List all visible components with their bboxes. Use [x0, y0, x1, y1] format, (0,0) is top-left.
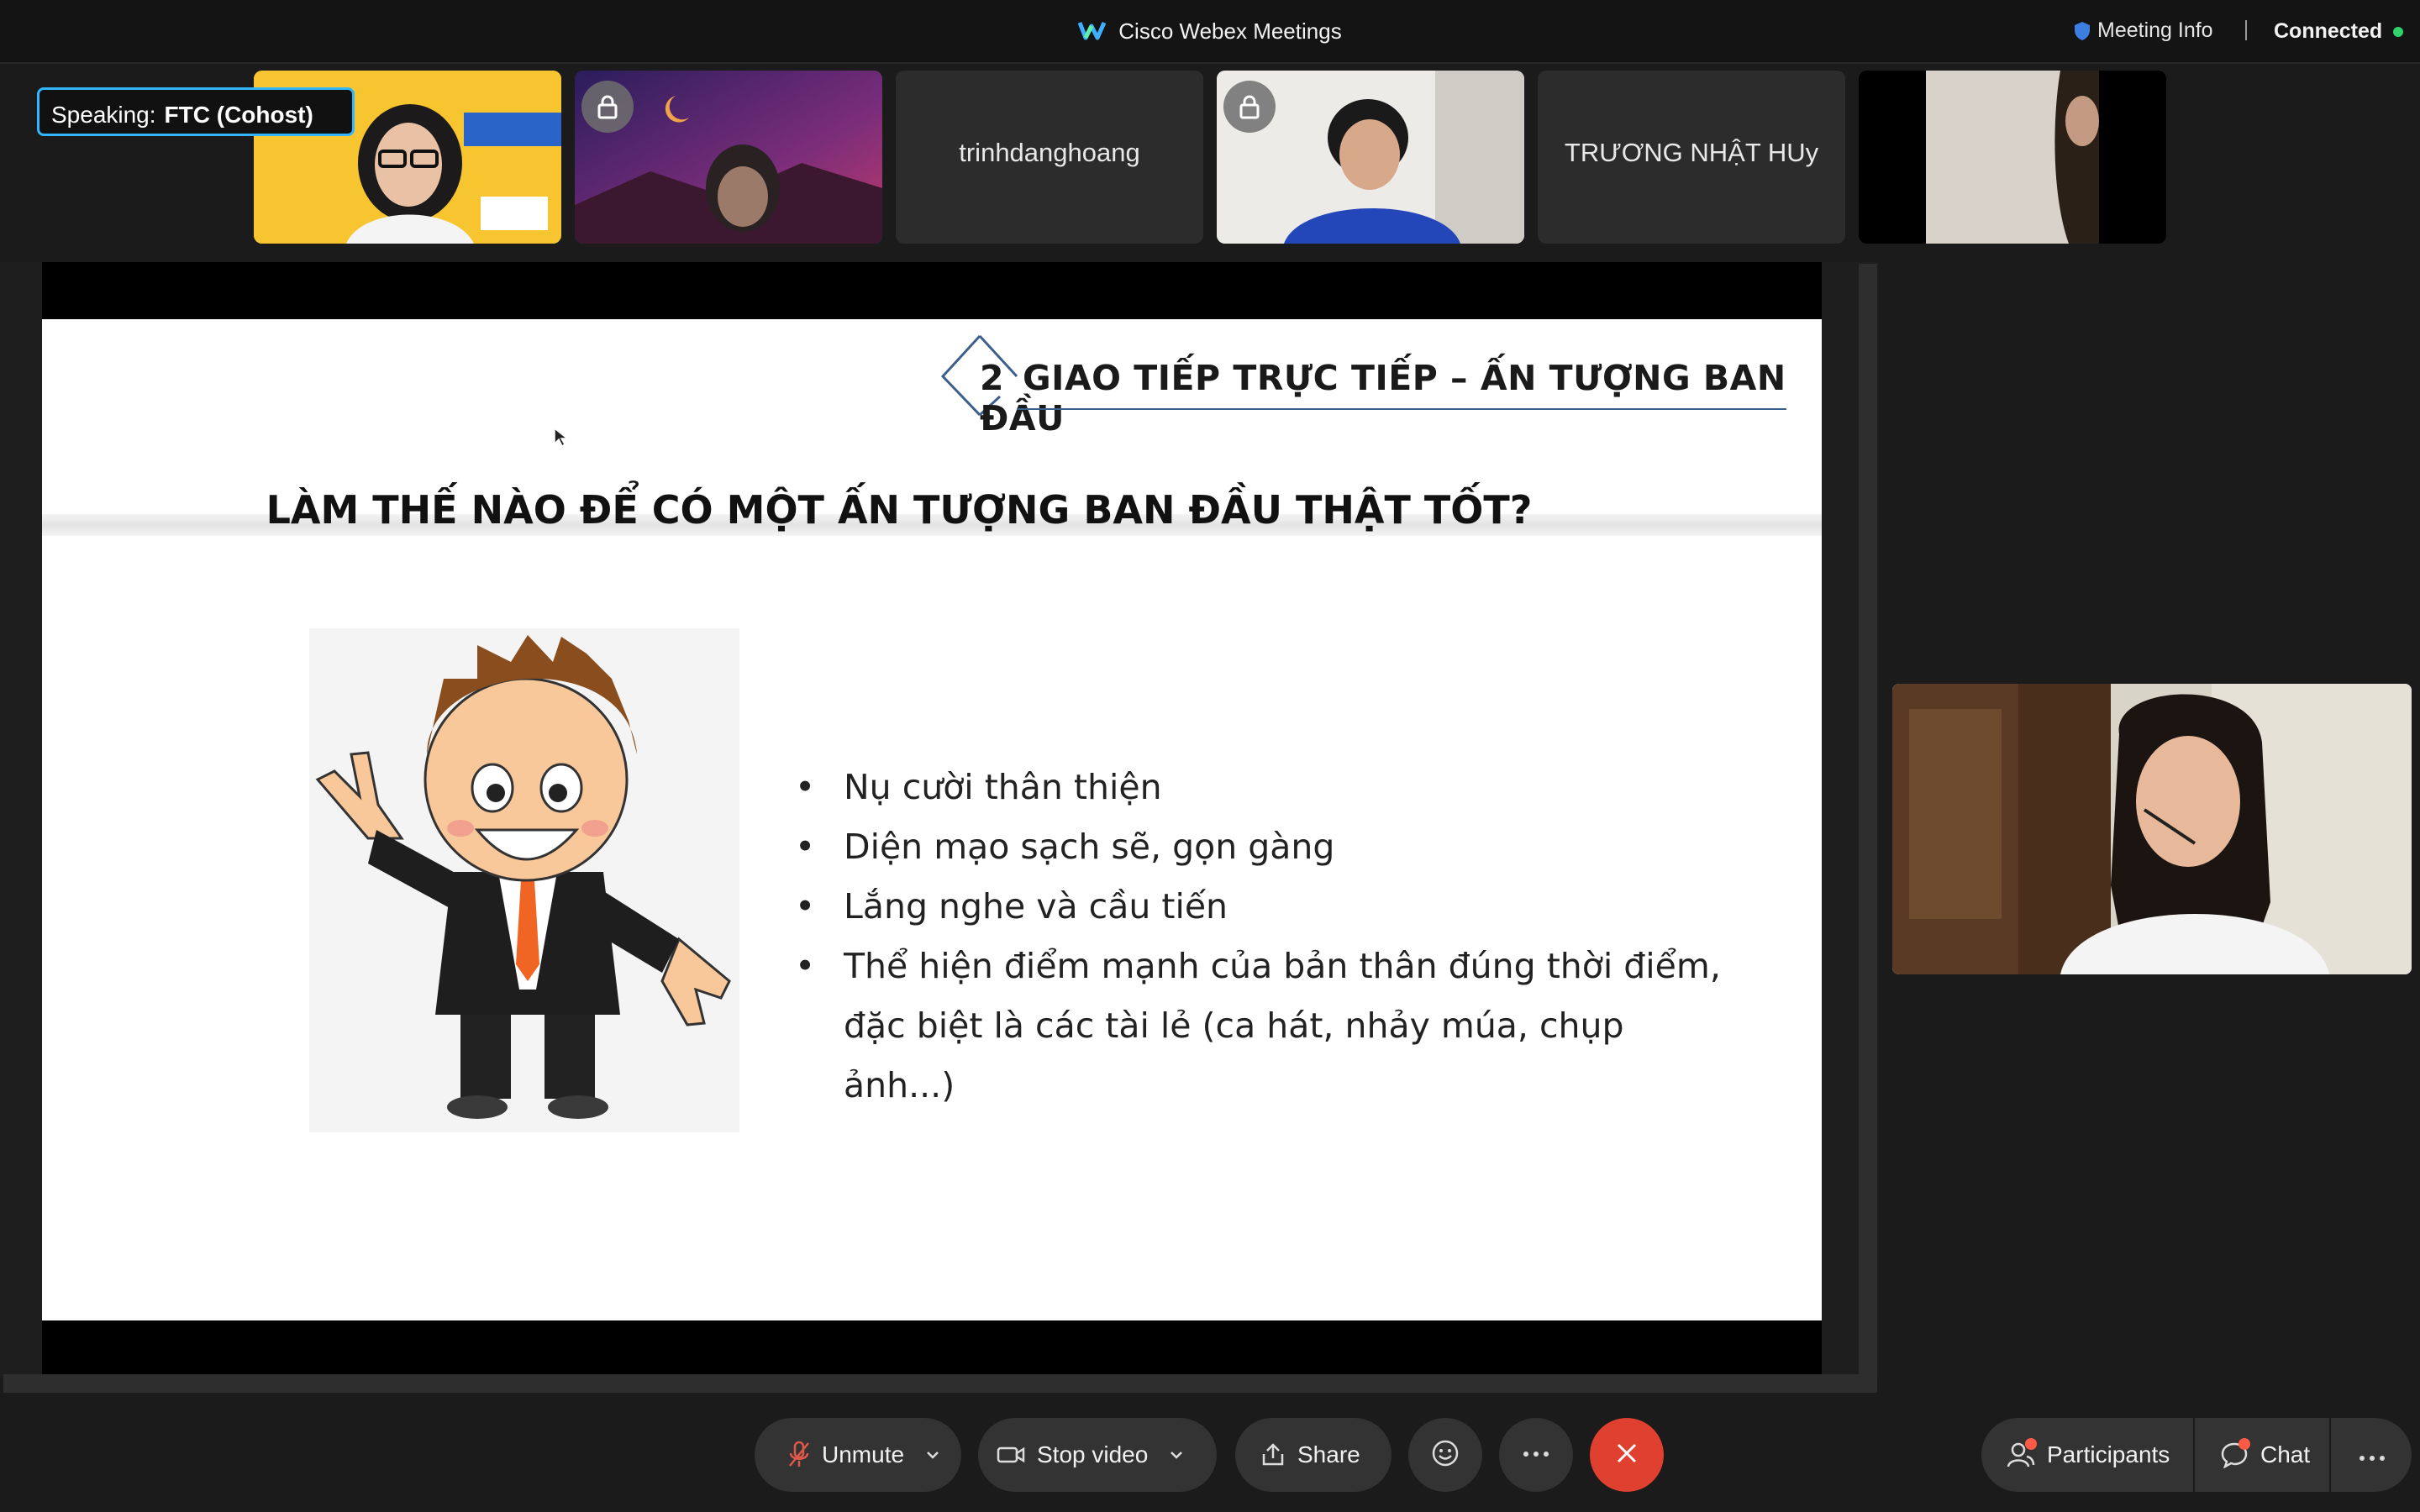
reactions-button[interactable]: [1408, 1418, 1482, 1492]
more-dots-icon: [1521, 1447, 1551, 1462]
active-speaker-feed: [1892, 684, 2412, 974]
app-title-text: Cisco Webex Meetings: [1118, 18, 1342, 44]
title-separator: [2245, 20, 2247, 40]
chevron-down-icon[interactable]: [926, 1451, 939, 1459]
unmute-button[interactable]: Unmute: [755, 1418, 961, 1492]
speaking-indicator: Speaking: FTC (Cohost): [37, 87, 355, 136]
chat-label: Chat: [2260, 1441, 2311, 1467]
horizontal-scrollbar[interactable]: [3, 1374, 1877, 1393]
bullet-item: Diện mạo sạch sẽ, gọn gàng: [795, 817, 1736, 877]
bullet-item: Nụ cười thân thiện: [795, 758, 1736, 817]
participant-tile-6[interactable]: [1859, 71, 2166, 244]
meeting-info-label: Meeting Info: [2097, 18, 2213, 42]
speaking-name: FTC (Cohost): [164, 102, 313, 128]
section-title: GIAO TIẾP TRỰC TIẾP – ẤN TƯỢNG BAN ĐẦU: [980, 358, 1786, 438]
participant-tile-5[interactable]: TRƯƠNG NHẬT HUy: [1538, 71, 1845, 244]
chevron-down-icon[interactable]: [1170, 1451, 1183, 1459]
participant-tile-2[interactable]: [575, 71, 882, 244]
share-icon: [1260, 1442, 1286, 1467]
meeting-info-button[interactable]: Meeting Info: [2074, 18, 2213, 43]
title-bar: Cisco Webex Meetings Meeting Info Connec…: [0, 0, 2420, 64]
presentation-slide: 2 GIAO TIẾP TRỰC TIẾP – ẤN TƯỢNG BAN ĐẦU …: [42, 319, 1822, 1320]
microphone-muted-icon: [788, 1441, 810, 1469]
mouse-cursor-icon: [554, 427, 570, 448]
notification-dot-icon: [2238, 1438, 2250, 1450]
webex-logo-icon: [1077, 19, 1107, 47]
leave-meeting-button[interactable]: [1590, 1418, 1664, 1492]
app-title: Cisco Webex Meetings: [0, 18, 2420, 47]
participant-tile-4[interactable]: [1217, 71, 1524, 244]
lock-icon: [1223, 81, 1276, 133]
chat-button[interactable]: Chat: [2195, 1418, 2329, 1492]
shield-icon: [2074, 18, 2097, 42]
stop-video-button[interactable]: Stop video: [978, 1418, 1217, 1492]
unmute-label: Unmute: [822, 1441, 905, 1467]
bullet-item: Lắng nghe và cầu tiến: [795, 877, 1736, 937]
bullet-item: Thể hiện điểm mạnh của bản thân đúng thờ…: [795, 937, 1736, 1116]
participants-button[interactable]: Participants: [1981, 1418, 2193, 1492]
participant-name: TRƯƠNG NHẬT HUy: [1564, 138, 1819, 167]
more-dots-icon: [2358, 1441, 2386, 1468]
participant-video-6: [1859, 71, 2166, 244]
cartoon-businessman-image: [309, 628, 739, 1132]
slide-question: LÀM THẾ NÀO ĐỂ CÓ MỘT ẤN TƯỢNG BAN ĐẦU T…: [266, 487, 1533, 533]
smiley-icon: [1430, 1438, 1460, 1473]
more-panels-button[interactable]: [2331, 1418, 2412, 1492]
speaking-prefix: Speaking:: [51, 102, 156, 128]
more-options-button[interactable]: [1499, 1418, 1573, 1492]
connection-indicator-icon: [2393, 27, 2403, 37]
participant-tile-3[interactable]: trinhdanghoang: [896, 71, 1203, 244]
video-camera-icon: [997, 1445, 1025, 1465]
close-icon: [1615, 1441, 1639, 1469]
lock-icon: [581, 81, 634, 133]
section-underline: [1017, 408, 1786, 410]
participant-name: trinhdanghoang: [959, 138, 1140, 167]
share-button[interactable]: Share: [1235, 1418, 1392, 1492]
slide-bullet-list: Nụ cười thân thiện Diện mạo sạch sẽ, gọn…: [795, 758, 1736, 1116]
slide-section-title: 2 GIAO TIẾP TRỰC TIẾP – ẤN TƯỢNG BAN ĐẦU: [980, 358, 1822, 438]
vertical-scrollbar[interactable]: [1859, 264, 1877, 1381]
connection-status: Connected: [2274, 19, 2383, 43]
stop-video-label: Stop video: [1037, 1441, 1149, 1467]
share-label: Share: [1297, 1441, 1360, 1467]
participants-icon: [2007, 1438, 2037, 1468]
section-number: 2: [980, 358, 1005, 398]
active-speaker-video[interactable]: [1892, 684, 2412, 974]
participants-label: Participants: [2047, 1441, 2170, 1467]
notification-dot-icon: [2025, 1438, 2037, 1450]
chat-bubble-icon: [2220, 1438, 2250, 1468]
